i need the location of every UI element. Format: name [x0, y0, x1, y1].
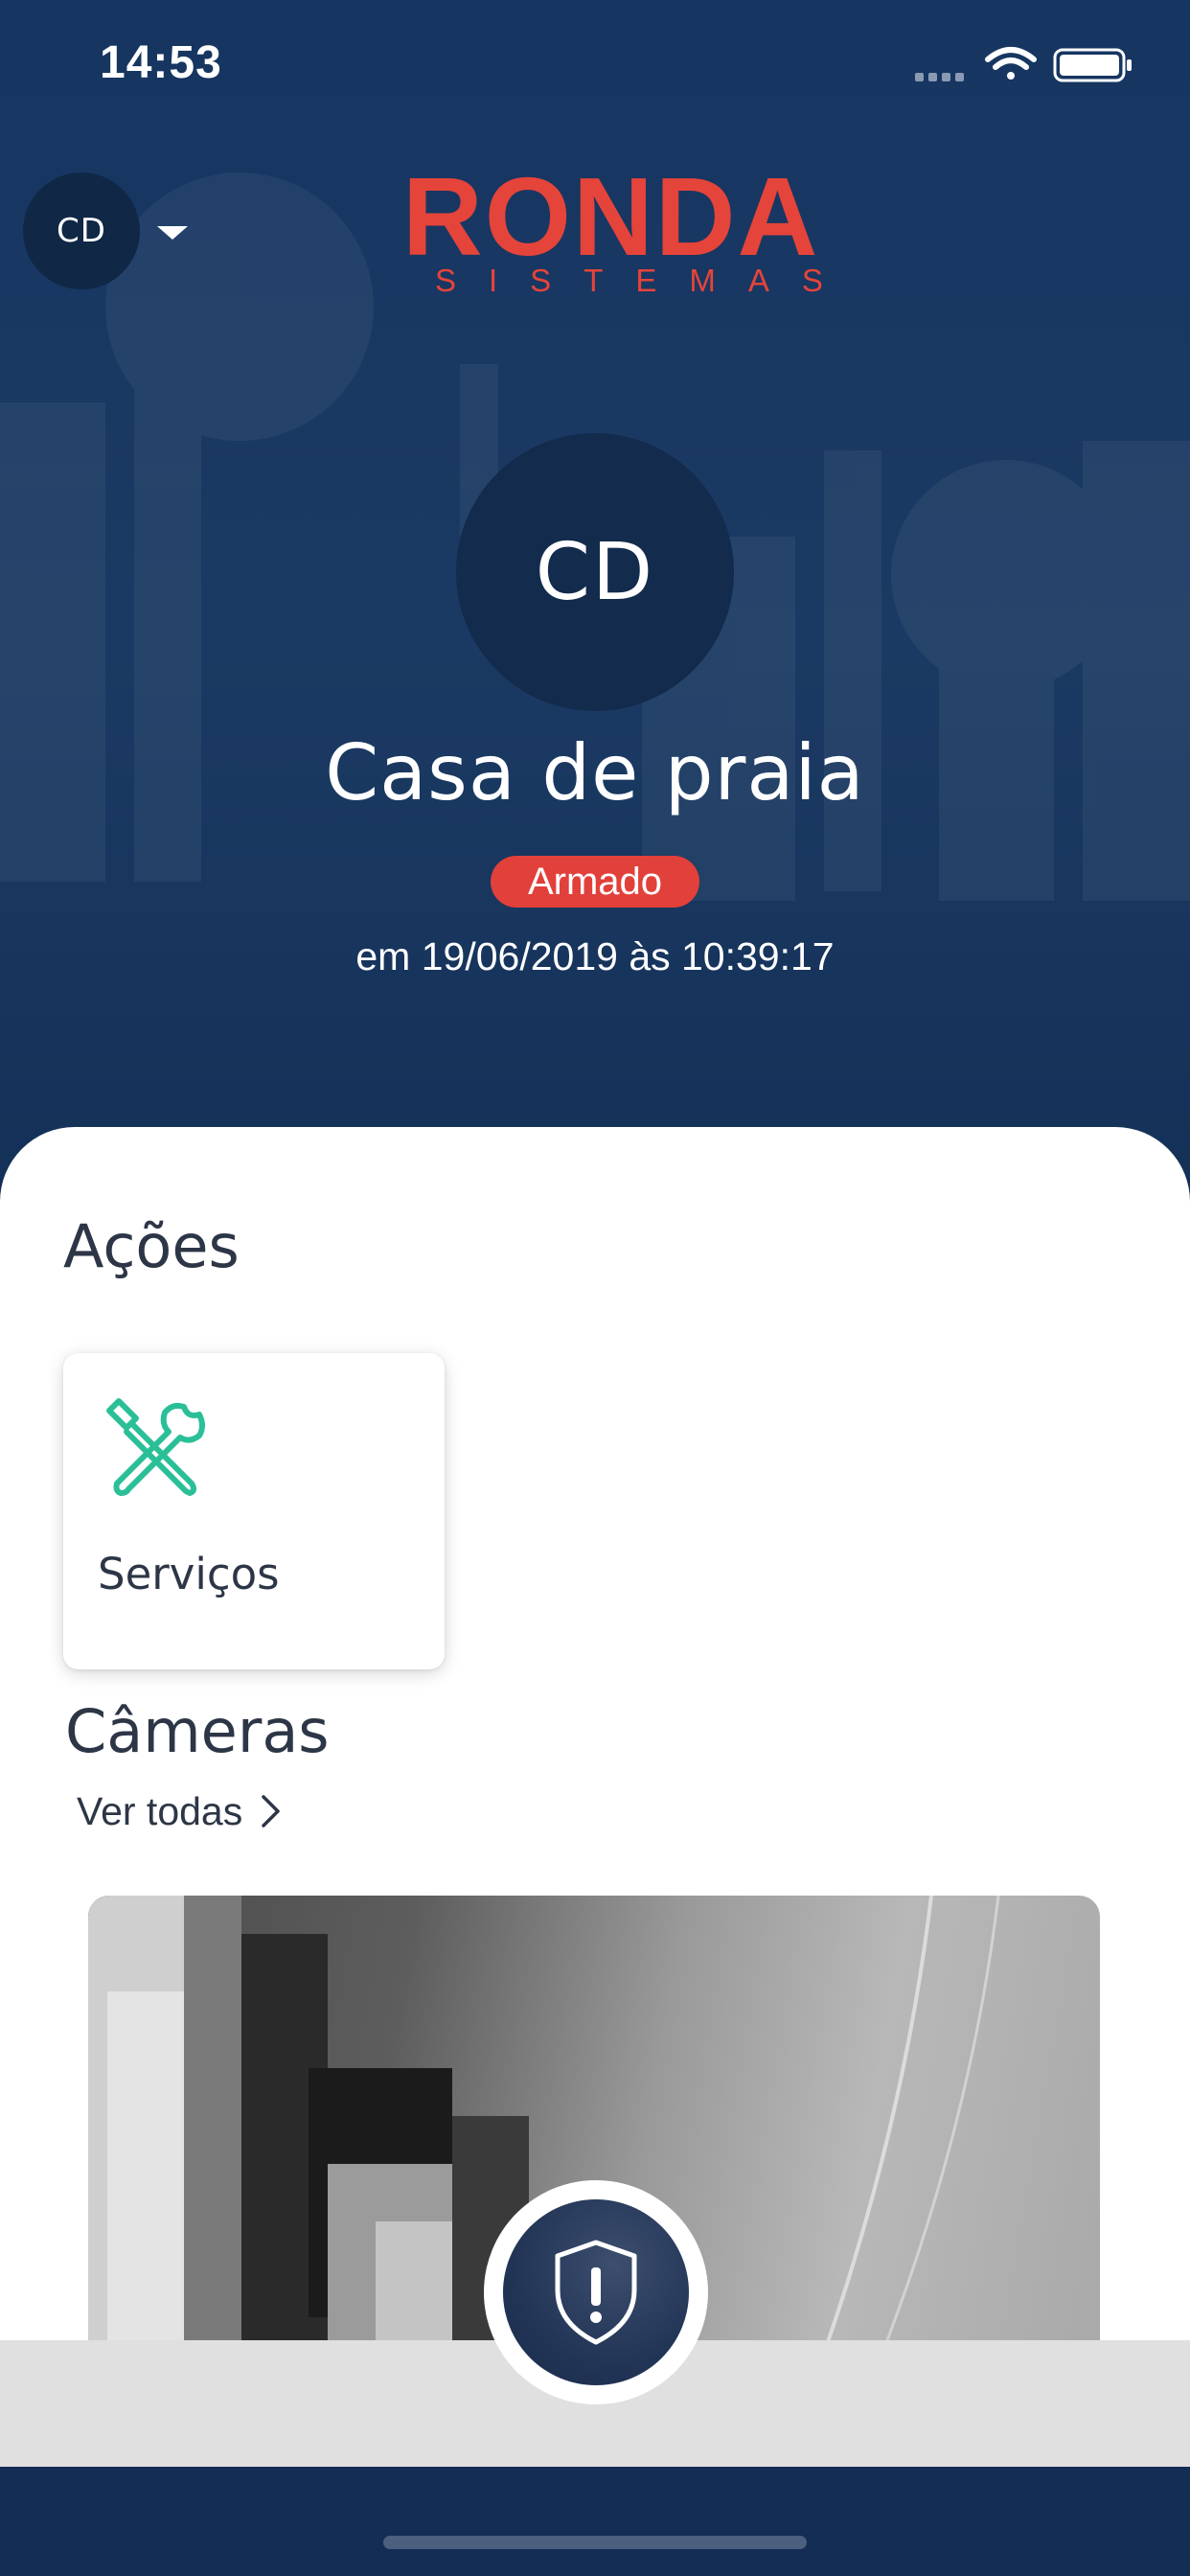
hero-header: 14:53 CD RONDA SISTEMAS CD Casa de praia…: [0, 0, 1190, 1179]
wifi-icon: [985, 47, 1037, 80]
services-label: Serviços: [98, 1549, 280, 1599]
signal-icon: [915, 73, 964, 81]
battery-icon: [1053, 48, 1132, 82]
alarm-button[interactable]: [484, 2180, 708, 2404]
see-all-label: Ver todas: [77, 1788, 243, 1833]
ronda-logo: RONDA SISTEMAS: [402, 154, 856, 305]
status-time: 14:53: [100, 37, 222, 88]
see-all-cameras-link[interactable]: Ver todas: [77, 1784, 283, 1838]
alarm-button-inner[interactable]: [503, 2199, 689, 2385]
site-avatar: CD: [456, 433, 734, 711]
account-switcher[interactable]: CD: [23, 172, 205, 289]
logo-main-text: RONDA: [402, 154, 820, 279]
status-timestamp: em 19/06/2019 às 10:39:17: [355, 934, 835, 978]
shield-alert-icon: [555, 2240, 637, 2345]
services-card[interactable]: Serviços: [63, 1353, 445, 1669]
home-indicator[interactable]: [383, 2536, 807, 2549]
home-indicator-area: [0, 2467, 1190, 2576]
logo-sub-text: SISTEMAS: [435, 263, 856, 298]
status-bar: 14:53: [0, 0, 1190, 126]
chevron-right-icon: [262, 1795, 280, 1828]
actions-title: Ações: [63, 1211, 240, 1281]
account-avatar[interactable]: CD: [23, 172, 140, 289]
status-icons: [915, 47, 1132, 82]
chevron-down-icon[interactable]: [157, 226, 188, 240]
tools-icon: [106, 1398, 205, 1496]
status-badge: Armado: [491, 856, 699, 908]
site-name: Casa de praia: [325, 728, 865, 817]
cameras-title: Câmeras: [65, 1696, 330, 1766]
